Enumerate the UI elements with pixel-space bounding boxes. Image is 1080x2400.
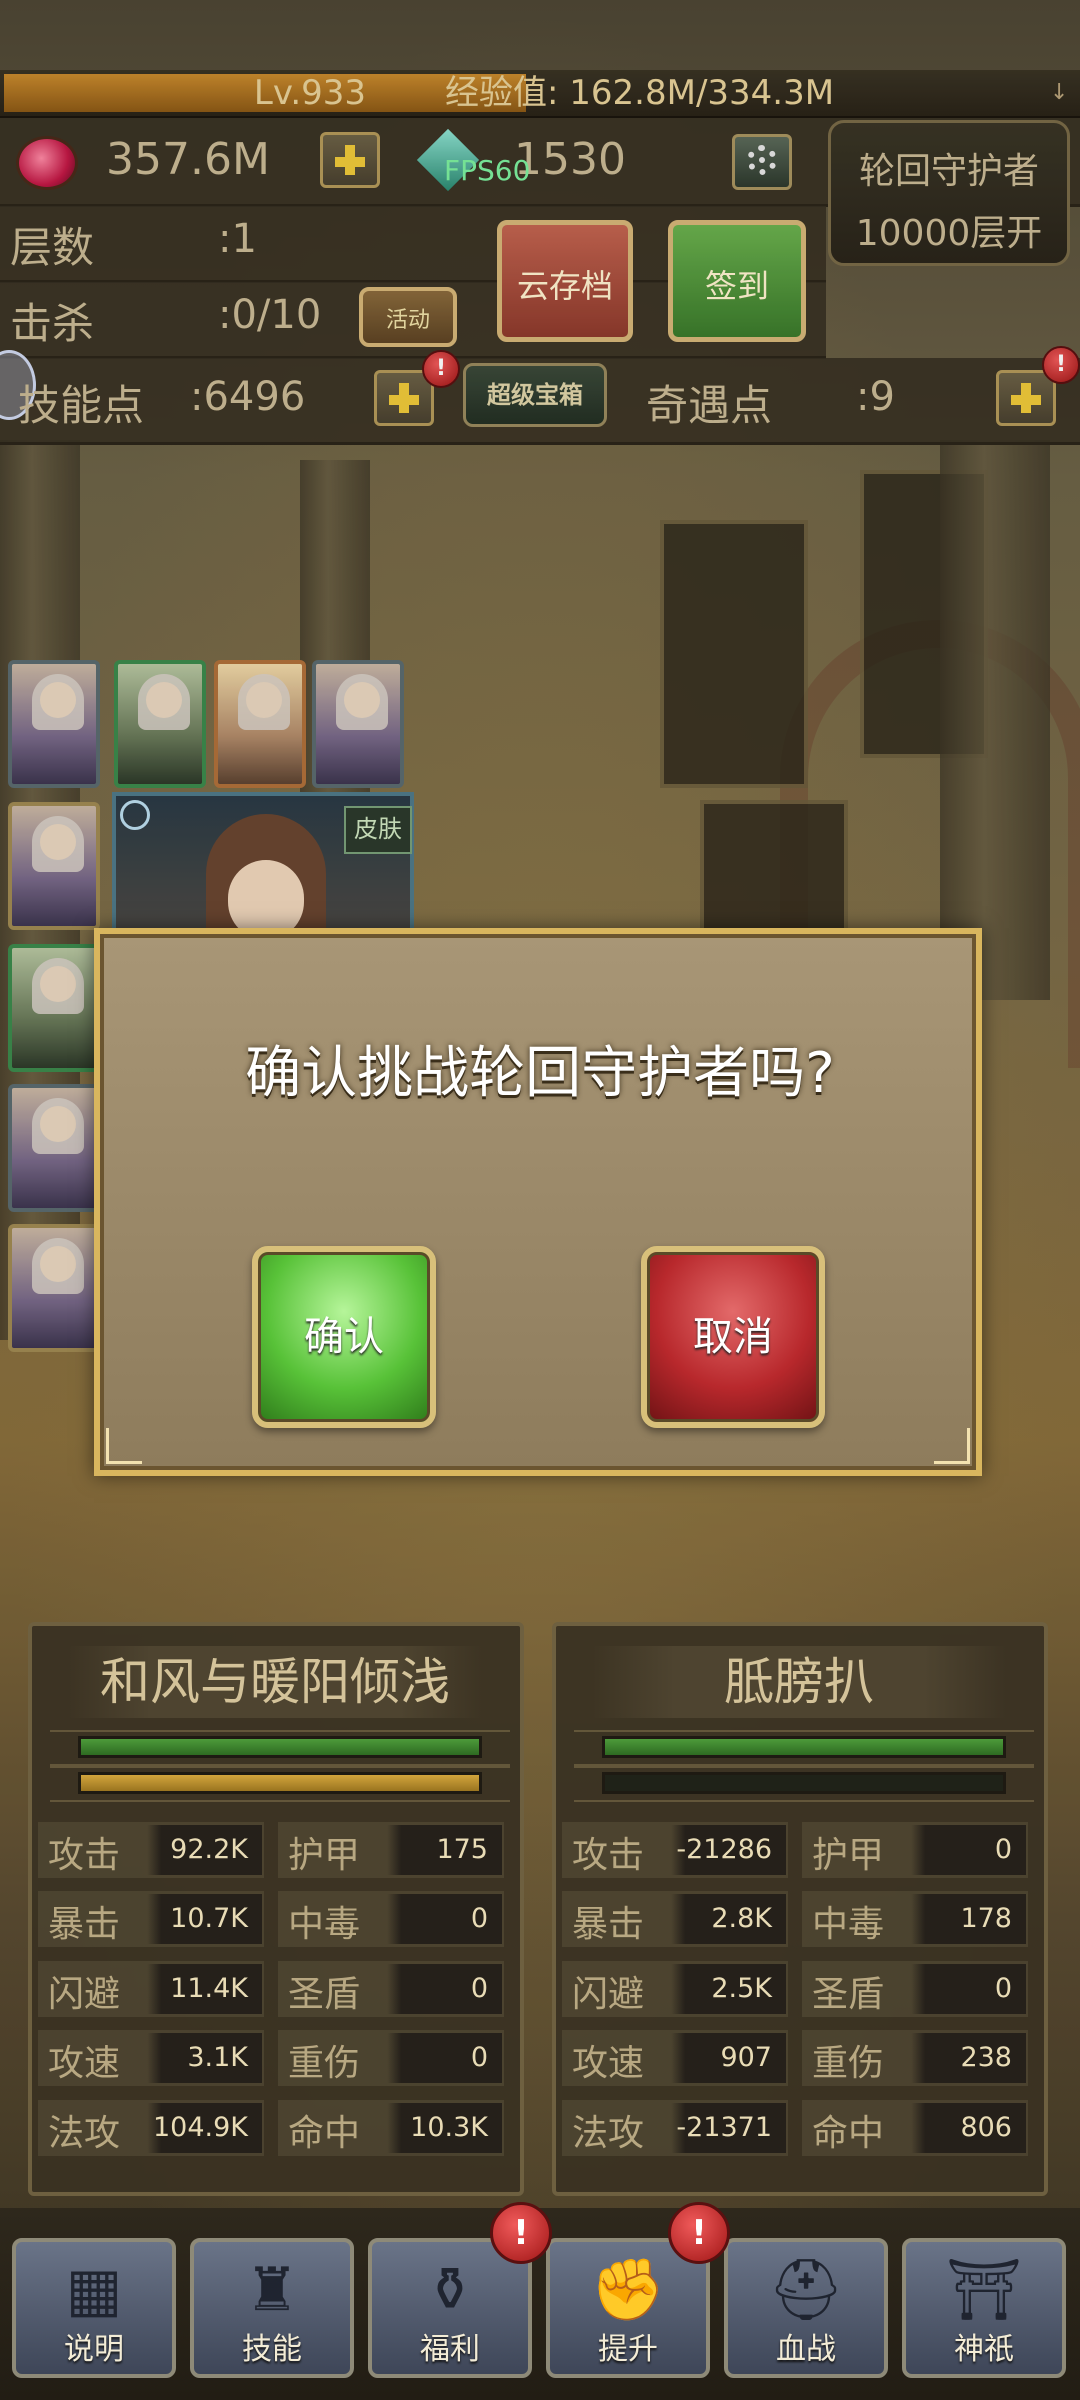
- upgrade-alert-badge: !: [668, 2202, 730, 2264]
- welfare-alert-badge: !: [490, 2202, 552, 2264]
- helmet-icon: ⛑: [767, 2255, 845, 2325]
- stat-label: 攻击: [572, 1835, 645, 1876]
- stat-value: 238: [886, 2033, 1026, 2083]
- stat-label: 圣盾: [288, 1974, 361, 2015]
- nav-button-label: 说明: [64, 2332, 124, 2367]
- stat-label: 命中: [288, 2113, 361, 2154]
- stat-value: 0: [886, 1825, 1026, 1875]
- stat-value: 104.9K: [122, 2103, 262, 2153]
- enemy-name: 胝膀扒: [592, 1646, 1006, 1718]
- player-hp-fill: [81, 1739, 479, 1755]
- grid-icon: ▦: [65, 2255, 123, 2325]
- stat-label: 攻速: [572, 2043, 645, 2084]
- handshake-icon: ✊: [590, 2255, 666, 2325]
- stat-label: 护甲: [288, 1835, 361, 1876]
- corner-ornament: [934, 1428, 970, 1464]
- nav-button-label: 提升: [598, 2332, 658, 2367]
- stat-value: 907: [646, 2033, 786, 2083]
- stat-value: 0: [362, 1894, 502, 1944]
- nav-button-label: 血战: [776, 2332, 836, 2367]
- nav-button-label: 神祇: [954, 2332, 1014, 2367]
- stat-value: 2.5K: [646, 1964, 786, 2014]
- stat-label: 中毒: [288, 1904, 361, 1945]
- stat-label: 中毒: [812, 1904, 885, 1945]
- player-hp-bar: [78, 1736, 482, 1758]
- stat-label: 护甲: [812, 1835, 885, 1876]
- nav-button-label: 技能: [242, 2332, 302, 2367]
- confirm-dialog: [94, 928, 982, 1476]
- nav-button-label: 福利: [420, 2332, 480, 2367]
- stat-label: 暴击: [572, 1904, 645, 1945]
- corner-ornament: [106, 1428, 142, 1464]
- nav-button-5[interactable]: ⛑ 血战: [724, 2238, 888, 2378]
- stat-value: -21371: [646, 2103, 786, 2153]
- enemy-energy-bar: [602, 1772, 1006, 1794]
- stat-label: 重伤: [288, 2043, 361, 2084]
- nav-button-6[interactable]: ⛩ 神祇: [902, 2238, 1066, 2378]
- stat-label: 圣盾: [812, 1974, 885, 2015]
- stat-value: 11.4K: [122, 1964, 262, 2014]
- stat-value: 10.7K: [122, 1894, 262, 1944]
- stat-label: 法攻: [48, 2113, 121, 2154]
- stat-label: 攻击: [48, 1835, 121, 1876]
- stat-value: 3.1K: [122, 2033, 262, 2083]
- cancel-button[interactable]: 取消: [641, 1246, 825, 1428]
- stat-value: 2.8K: [646, 1894, 786, 1944]
- stat-label: 闪避: [48, 1974, 121, 2015]
- money-bag-icon: ⚱: [424, 2255, 476, 2325]
- stat-value: 806: [886, 2103, 1026, 2153]
- hat-icon: ♜: [245, 2255, 299, 2325]
- nav-button-2[interactable]: ♜ 技能: [190, 2238, 354, 2378]
- dialog-message: 确认挑战轮回守护者吗?: [245, 1041, 835, 1106]
- stat-label: 命中: [812, 2113, 885, 2154]
- stat-value: 0: [886, 1964, 1026, 2014]
- stat-label: 闪避: [572, 1974, 645, 2015]
- enemy-hp-fill: [605, 1739, 1003, 1755]
- stat-label: 重伤: [812, 2043, 885, 2084]
- stat-label: 攻速: [48, 2043, 121, 2084]
- shrine-icon: ⛩: [945, 2255, 1023, 2325]
- nav-button-1[interactable]: ▦ 说明: [12, 2238, 176, 2378]
- player-energy-bar: [78, 1772, 482, 1794]
- stat-value: 92.2K: [122, 1825, 262, 1875]
- player-name: 和风与暖阳倾浅: [68, 1646, 482, 1718]
- stat-value: 10.3K: [362, 2103, 502, 2153]
- enemy-hp-bar: [602, 1736, 1006, 1758]
- stat-value: -21286: [646, 1825, 786, 1875]
- stat-value: 178: [886, 1894, 1026, 1944]
- player-energy-fill: [81, 1775, 479, 1791]
- confirm-button[interactable]: 确认: [252, 1246, 436, 1428]
- stat-value: 0: [362, 1964, 502, 2014]
- stat-value: 175: [362, 1825, 502, 1875]
- stat-label: 法攻: [572, 2113, 645, 2154]
- stat-value: 0: [362, 2033, 502, 2083]
- stat-label: 暴击: [48, 1904, 121, 1945]
